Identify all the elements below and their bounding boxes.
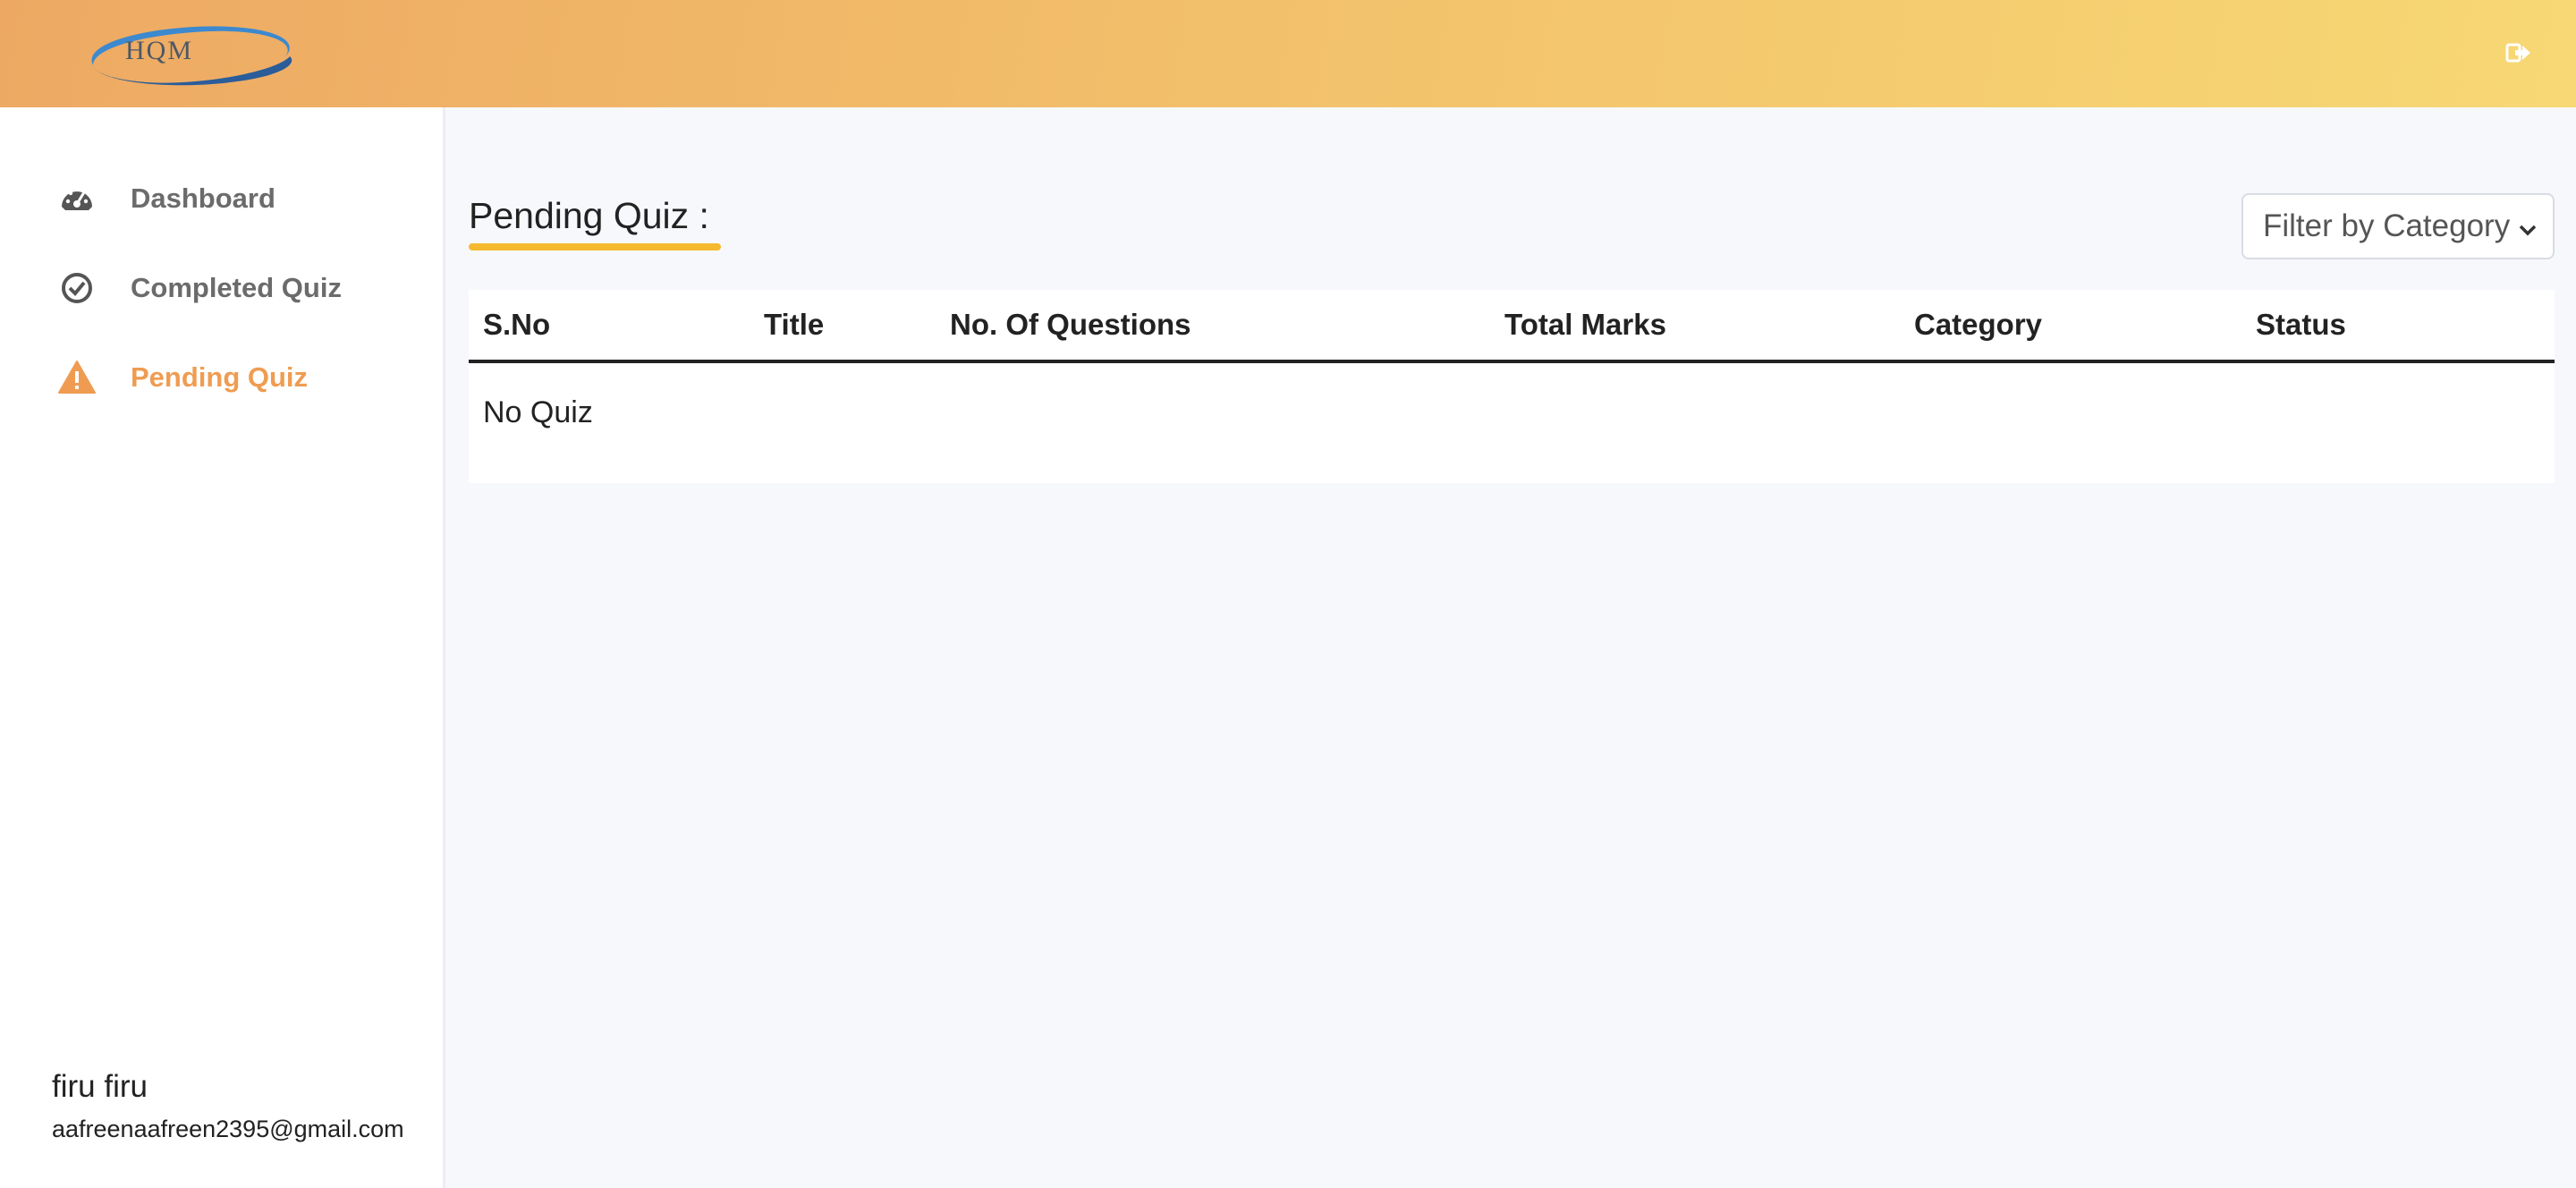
hqm-logo[interactable]: HQM — [75, 16, 308, 93]
page-title: Pending Quiz : — [469, 195, 709, 236]
sidebar-item-label: Completed Quiz — [131, 272, 342, 303]
check-circle-icon — [52, 263, 102, 313]
sign-out-icon[interactable] — [2504, 39, 2531, 66]
quiz-table: S.No Title No. Of Questions Total Marks … — [469, 290, 2555, 483]
user-name: firu firu — [52, 1069, 148, 1104]
top-header: HQM — [0, 0, 2576, 107]
column-header-category: Category — [1914, 308, 2043, 341]
sidebar-item-dashboard[interactable]: Dashboard — [52, 174, 428, 224]
main-content: Pending Quiz : Filter by Category S.No T… — [445, 107, 2576, 1188]
column-header-total-marks: Total Marks — [1504, 308, 1666, 341]
chevron-down-icon — [2515, 215, 2540, 240]
category-filter-select[interactable]: Filter by Category — [2241, 193, 2555, 259]
user-info: firu firu aafreenaafreen2395@gmail.com — [52, 1069, 404, 1143]
warning-icon — [52, 352, 102, 403]
sidebar-item-completed-quiz[interactable]: Completed Quiz — [52, 263, 428, 313]
user-email: aafreenaafreen2395@gmail.com — [52, 1116, 404, 1142]
logo-text: HQM — [125, 36, 194, 65]
column-header-questions: No. Of Questions — [950, 308, 1191, 341]
column-header-sno: S.No — [483, 308, 551, 341]
sidebar-item-label: Pending Quiz — [131, 361, 309, 393]
column-header-title: Title — [764, 308, 825, 341]
filter-selected-value: Filter by Category — [2263, 208, 2511, 243]
tachometer-icon — [52, 174, 102, 224]
empty-state-text: No Quiz — [483, 395, 593, 429]
sidebar: Dashboard Completed Quiz Pending Quiz fi… — [0, 107, 445, 1188]
sidebar-item-pending-quiz[interactable]: Pending Quiz — [52, 352, 428, 403]
table-header: S.No Title No. Of Questions Total Marks … — [469, 290, 2555, 363]
column-header-status: Status — [2256, 308, 2346, 341]
title-underline — [469, 243, 721, 250]
sidebar-item-label: Dashboard — [131, 182, 275, 214]
